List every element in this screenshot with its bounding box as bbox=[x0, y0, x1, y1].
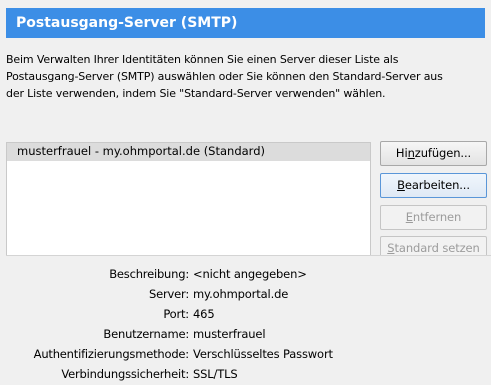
detail-value: SSL/TLS bbox=[193, 367, 238, 381]
detail-row-description: Beschreibung: <nicht angegeben> bbox=[6, 264, 491, 284]
server-details: Beschreibung: <nicht angegeben> Server: … bbox=[6, 255, 491, 385]
detail-row-connection-security: Verbindungssicherheit: SSL/TLS bbox=[6, 364, 491, 384]
button-accelerator: B bbox=[397, 178, 405, 192]
detail-row-server: Server: my.ohmportal.de bbox=[6, 284, 491, 304]
server-list-item-label: musterfrauel - my.ohmportal.de (Standard… bbox=[17, 144, 265, 158]
detail-label: Server: bbox=[149, 287, 189, 301]
detail-row-username: Benutzername: musterfrauel bbox=[6, 324, 491, 344]
button-accelerator: E bbox=[405, 210, 413, 224]
detail-label: Beschreibung: bbox=[109, 267, 189, 281]
detail-value: 465 bbox=[193, 307, 215, 321]
remove-server-button[interactable]: Entfernen bbox=[380, 205, 487, 230]
detail-label: Authentifizierungsmethode: bbox=[33, 347, 190, 361]
description-line: Beim Verwalten Ihrer Identitäten können … bbox=[6, 53, 399, 66]
detail-row-port: Port: 465 bbox=[6, 304, 491, 324]
add-server-button[interactable]: Hinzufügen... bbox=[380, 141, 487, 166]
detail-label: Port: bbox=[163, 307, 189, 321]
detail-value: my.ohmportal.de bbox=[193, 287, 289, 301]
description-text: Beim Verwalten Ihrer Identitäten können … bbox=[6, 51, 490, 102]
button-label-part: Hi bbox=[395, 146, 408, 160]
button-label-part: tandard setzen bbox=[394, 241, 480, 255]
panel-title: Postausgang-Server (SMTP) bbox=[6, 8, 485, 38]
edit-server-button[interactable]: Bearbeiten... bbox=[380, 173, 487, 198]
smtp-server-list[interactable]: musterfrauel - my.ohmportal.de (Standard… bbox=[6, 142, 371, 262]
detail-value: musterfrauel bbox=[193, 327, 266, 341]
smtp-server-settings-panel: Postausgang-Server (SMTP) Beim Verwalten… bbox=[0, 0, 491, 385]
button-accelerator: n bbox=[407, 146, 415, 160]
description-line: der Liste verwenden, indem Sie "Standard… bbox=[6, 87, 386, 100]
server-list-item[interactable]: musterfrauel - my.ohmportal.de (Standard… bbox=[7, 143, 370, 161]
detail-label: Verbindungssicherheit: bbox=[61, 367, 189, 381]
button-label-part: ntfernen bbox=[412, 210, 462, 224]
detail-value: <nicht angegeben> bbox=[193, 267, 307, 281]
button-label-part: earbeiten... bbox=[404, 178, 470, 192]
button-label-part: zufügen... bbox=[414, 146, 472, 160]
description-line: Postausgang-Server (SMTP) auswählen oder… bbox=[6, 70, 443, 83]
detail-row-auth-method: Authentifizierungsmethode: Verschlüsselt… bbox=[6, 344, 491, 364]
detail-value: Verschlüsseltes Passwort bbox=[193, 347, 333, 361]
detail-label: Benutzername: bbox=[103, 327, 189, 341]
